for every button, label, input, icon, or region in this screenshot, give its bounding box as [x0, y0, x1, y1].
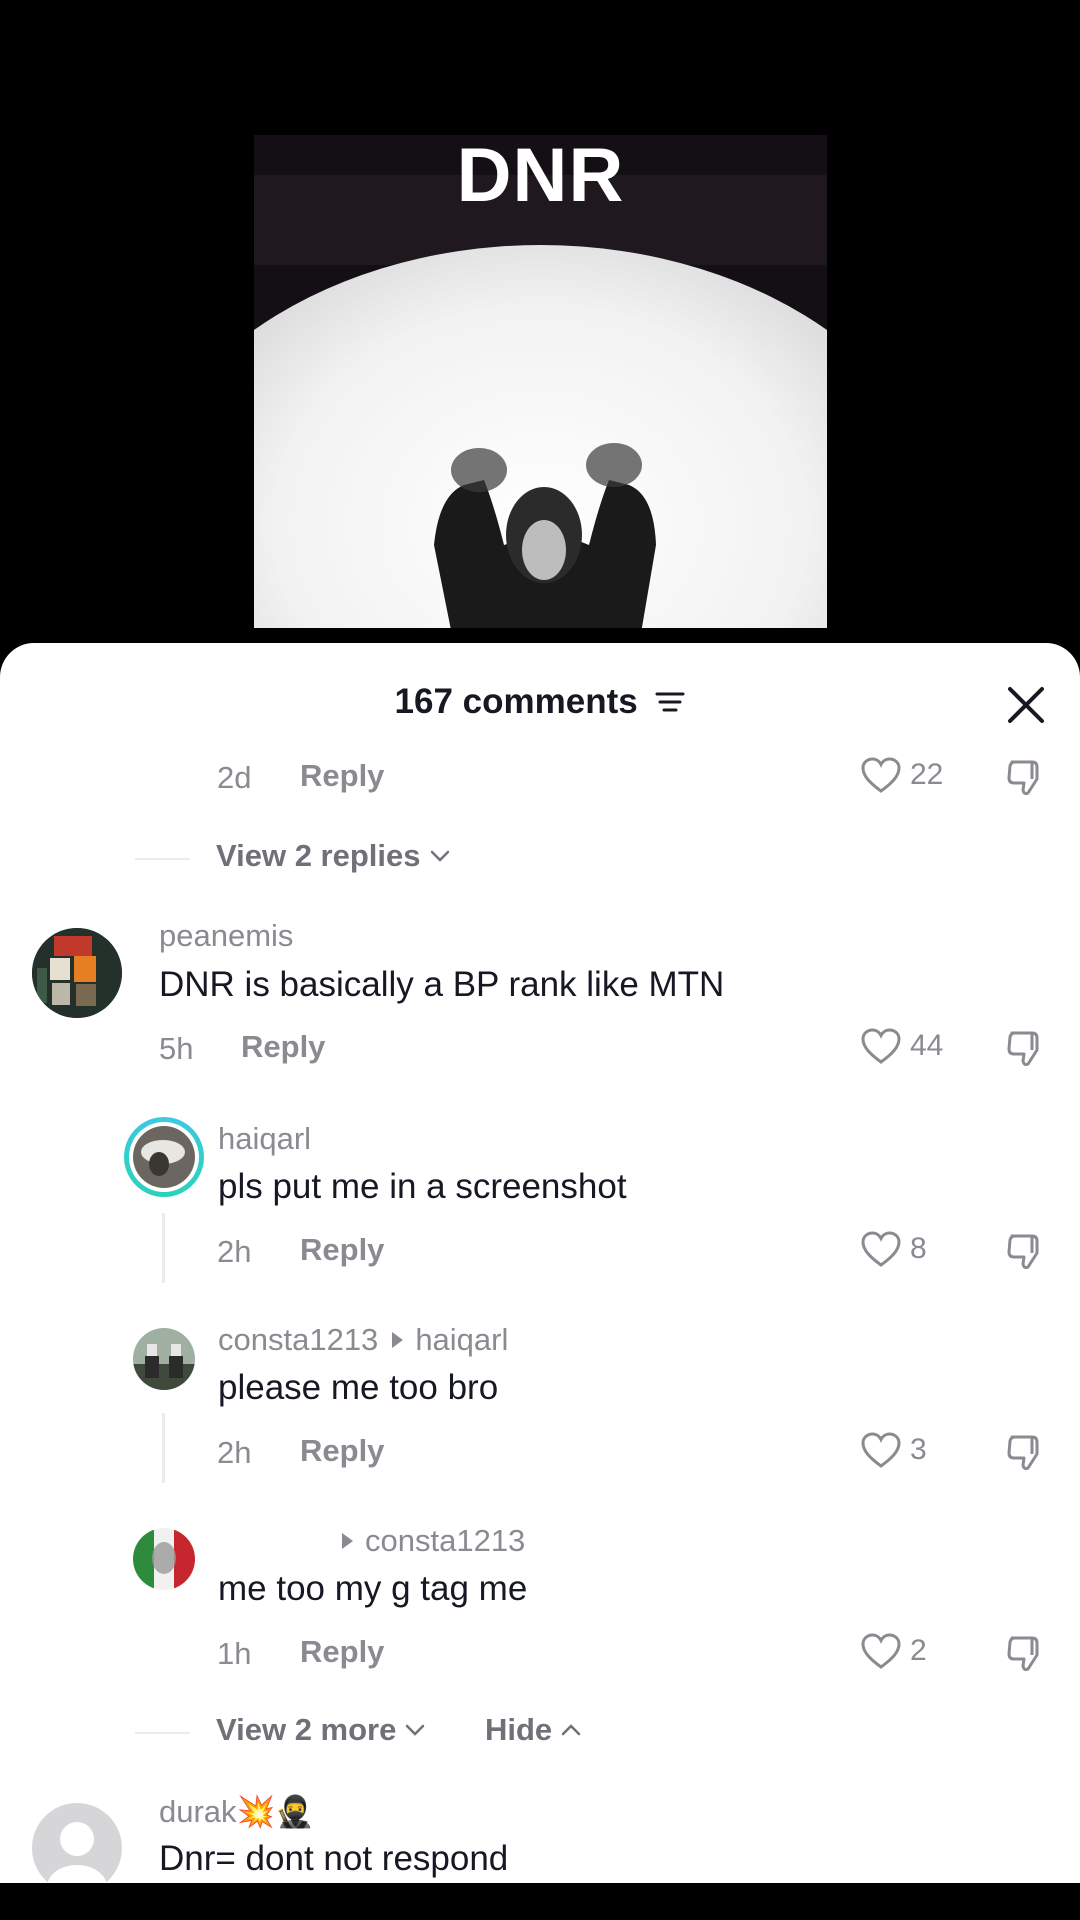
dislike-icon[interactable] [1004, 1432, 1046, 1474]
reply-button[interactable]: Reply [300, 1433, 384, 1469]
chevron-down-icon [406, 1724, 425, 1736]
filter-icon[interactable] [655, 689, 685, 715]
reply-button[interactable]: Reply [300, 1232, 384, 1268]
view-replies-button[interactable]: View 2 replies [216, 838, 451, 874]
avatar[interactable] [32, 1803, 122, 1883]
dislike-icon[interactable] [1004, 1028, 1046, 1070]
divider [135, 1732, 190, 1734]
reply-button[interactable]: Reply [300, 1634, 384, 1670]
avatar [129, 1122, 199, 1192]
reply-button[interactable]: Reply [241, 1029, 325, 1065]
reply-text: pls put me in a screenshot [218, 1167, 627, 1206]
comment-count-header: 167 comments [0, 682, 1080, 722]
reply-time: 2h [217, 1234, 252, 1269]
reply-arrow-icon [342, 1532, 353, 1549]
bottom-bar [0, 1883, 1080, 1920]
reply-arrow-icon [392, 1331, 404, 1348]
hide-replies-button[interactable]: Hide [485, 1712, 582, 1748]
dislike-icon[interactable] [1004, 1231, 1046, 1273]
hide-label: Hide [485, 1712, 553, 1747]
avatar-image [32, 928, 122, 1018]
reply-username-line: consta1213 [218, 1523, 525, 1559]
like-count: 2 [910, 1634, 927, 1667]
comment-count: 167 comments [394, 682, 638, 721]
dislike-icon[interactable] [1004, 757, 1046, 799]
like-count: 3 [910, 1433, 927, 1466]
view-more-button[interactable]: View 2 more [216, 1712, 426, 1748]
heart-icon [861, 1028, 901, 1064]
dislike-icon[interactable] [1004, 1633, 1046, 1675]
comment-text: Dnr= dont not respond [159, 1839, 509, 1878]
avatar-image [133, 1328, 195, 1390]
like-count: 8 [910, 1232, 927, 1265]
avatar-image [133, 1528, 195, 1590]
comment-username[interactable]: peanemis [159, 918, 293, 954]
like-button[interactable]: 3 [860, 1431, 927, 1469]
reply-to-username[interactable]: consta1213 [365, 1523, 525, 1558]
chevron-down-icon [430, 850, 449, 862]
person-figure [434, 443, 656, 628]
comment-time: 2d [217, 760, 252, 795]
avatar[interactable] [133, 1328, 195, 1390]
comment-text: DNR is basically a BP rank like MTN [159, 965, 725, 1004]
comments-sheet: 167 comments 2d Reply 22 View 2 replies [0, 643, 1080, 1883]
reply-time: 2h [217, 1435, 252, 1470]
reply-text: please me too bro [218, 1368, 499, 1407]
avatar[interactable] [133, 1528, 195, 1590]
like-button[interactable]: 8 [860, 1230, 927, 1268]
heart-icon [861, 1432, 901, 1468]
heart-icon [861, 1231, 901, 1267]
avatar-story-ring[interactable] [124, 1117, 204, 1197]
avatar[interactable] [32, 928, 122, 1018]
comment-username[interactable]: durak💥🥷 [159, 1793, 314, 1830]
view-replies-label: View 2 replies [216, 838, 421, 873]
thread-line [162, 1213, 165, 1283]
heart-icon [861, 757, 901, 793]
divider [135, 858, 190, 860]
like-button[interactable]: 2 [860, 1632, 927, 1670]
sheet-header: 167 comments [0, 643, 1080, 753]
reply-username-line: consta1213 haiqarl [218, 1322, 508, 1358]
reply-time: 1h [217, 1636, 252, 1671]
video-player[interactable]: DNR [0, 0, 1080, 660]
default-avatar-icon [47, 1822, 107, 1883]
avatar-image [133, 1126, 195, 1188]
reply-button[interactable]: Reply [300, 758, 384, 794]
reply-to-username[interactable]: haiqarl [415, 1322, 508, 1357]
reply-username[interactable]: haiqarl [218, 1121, 311, 1157]
reply-username[interactable]: consta1213 [218, 1322, 378, 1357]
video-title: DNR [456, 133, 625, 218]
like-count: 44 [910, 1029, 944, 1062]
comment-time: 5h [159, 1031, 194, 1066]
reply-text: me too my g tag me [218, 1569, 528, 1608]
close-icon[interactable] [1004, 683, 1048, 727]
heart-icon [861, 1633, 901, 1669]
like-button[interactable]: 44 [860, 1027, 943, 1065]
like-count: 22 [910, 758, 944, 791]
like-button[interactable]: 22 [860, 756, 943, 794]
thread-line [162, 1413, 165, 1483]
chevron-up-icon [561, 1724, 581, 1736]
view-more-label: View 2 more [216, 1712, 397, 1747]
